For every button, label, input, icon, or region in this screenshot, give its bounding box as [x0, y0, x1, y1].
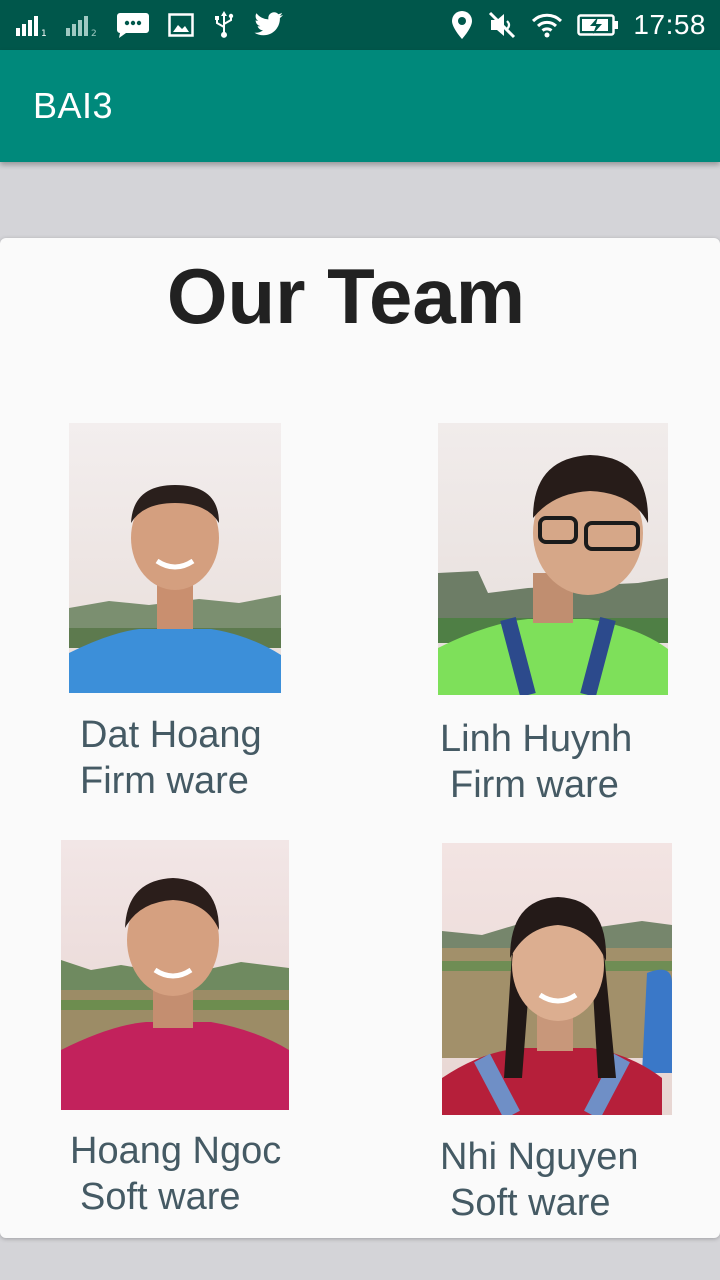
app-title: BAI3 [33, 85, 114, 126]
page-heading: Our Team [166, 252, 526, 340]
member-name-3: Hoang Ngoc [70, 1130, 282, 1172]
svg-text:2: 2 [91, 29, 97, 36]
member-role-1: Firm ware [80, 760, 249, 802]
member-photo-2 [438, 423, 668, 695]
svg-text:1: 1 [41, 29, 47, 36]
member-photo-4 [442, 843, 672, 1115]
member-role-2: Firm ware [450, 764, 619, 806]
mute-icon [487, 10, 517, 40]
member-role-4: Soft ware [450, 1182, 611, 1224]
status-bar: 1 2 17:58 [0, 0, 720, 50]
wifi-icon [531, 12, 563, 38]
app-bar: BAI3 [0, 50, 720, 162]
status-clock: 17:58 [633, 9, 706, 40]
member-role-3: Soft ware [80, 1176, 241, 1218]
status-bar-left: 1 2 [16, 10, 284, 40]
location-icon [451, 10, 473, 40]
signal-sim2-icon: 2 [66, 14, 98, 36]
member-photo-3 [61, 840, 289, 1110]
member-name-4: Nhi Nguyen [440, 1136, 639, 1178]
image-icon [168, 13, 194, 37]
usb-icon [212, 10, 236, 40]
member-name-2: Linh Huynh [440, 718, 633, 760]
status-bar-right: 17:58 [451, 9, 706, 41]
member-name-1: Dat Hoang [80, 714, 262, 756]
member-photo-1 [69, 423, 281, 693]
sms-icon [116, 12, 150, 38]
signal-sim1-icon: 1 [16, 14, 48, 36]
battery-charging-icon [577, 13, 619, 37]
twitter-icon [254, 12, 284, 38]
